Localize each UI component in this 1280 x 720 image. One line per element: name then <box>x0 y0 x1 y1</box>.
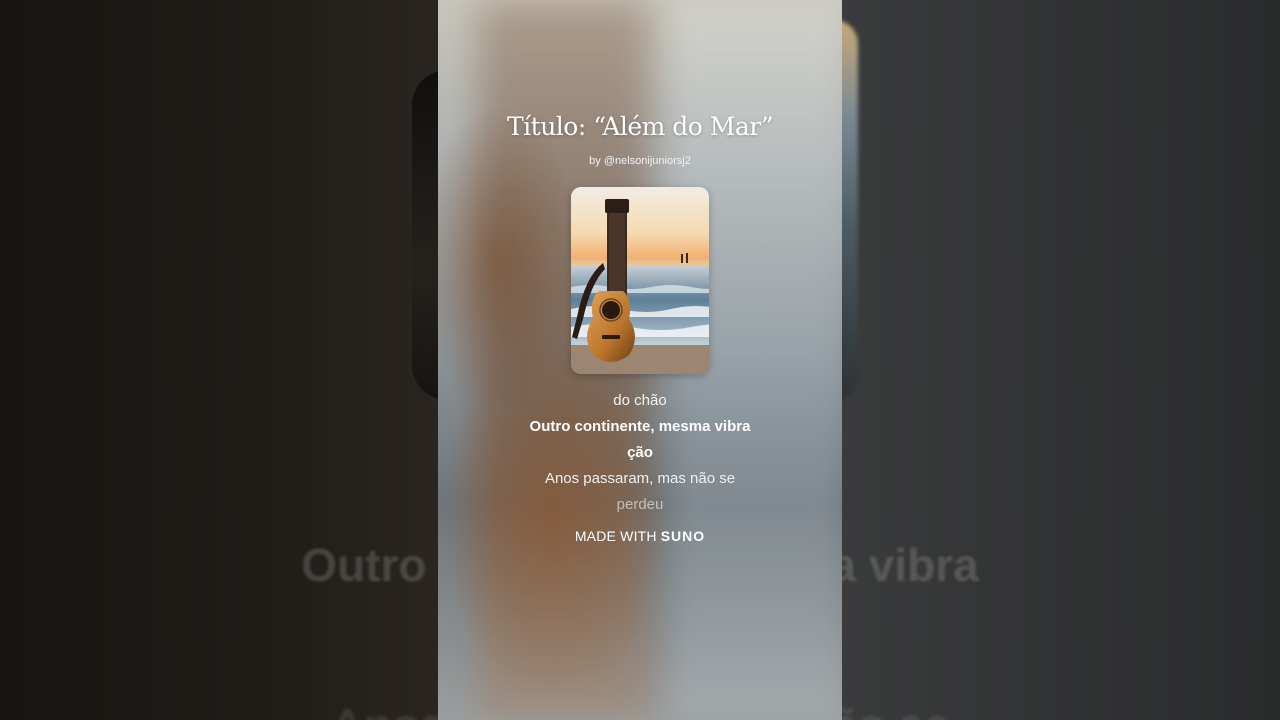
lyric-next-line: Anos passaram, mas não se <box>544 470 736 487</box>
lyric-previous-line: do chão <box>613 392 667 409</box>
made-with-suno-badge: MADE WITH SUNO <box>438 528 842 544</box>
lyrics-panel: do chão Outro continente, mesma vibra çã… <box>438 388 842 518</box>
blurred-background-left <box>0 0 482 720</box>
cover-art <box>571 187 709 374</box>
song-card: Título: “Além do Mar” by @nelsonijuniors… <box>438 0 842 720</box>
lyric-current-line: Outro continente, mesma vibra <box>529 418 751 435</box>
suno-logo: SUNO <box>660 528 706 544</box>
song-title: Título: “Além do Mar” <box>506 112 774 141</box>
artist-byline: by @nelsonijuniorsj2 <box>589 155 691 167</box>
video-frame: Outro continente, mesma vibra Anos passa… <box>0 0 1280 720</box>
blurred-background-right <box>812 0 1280 720</box>
lyric-current-line-wrap: ção <box>627 444 653 461</box>
guitar-beach-image <box>571 187 709 374</box>
made-with-label: MADE WITH <box>574 528 657 544</box>
lyric-next-line-wrap: perdeu <box>616 496 664 513</box>
